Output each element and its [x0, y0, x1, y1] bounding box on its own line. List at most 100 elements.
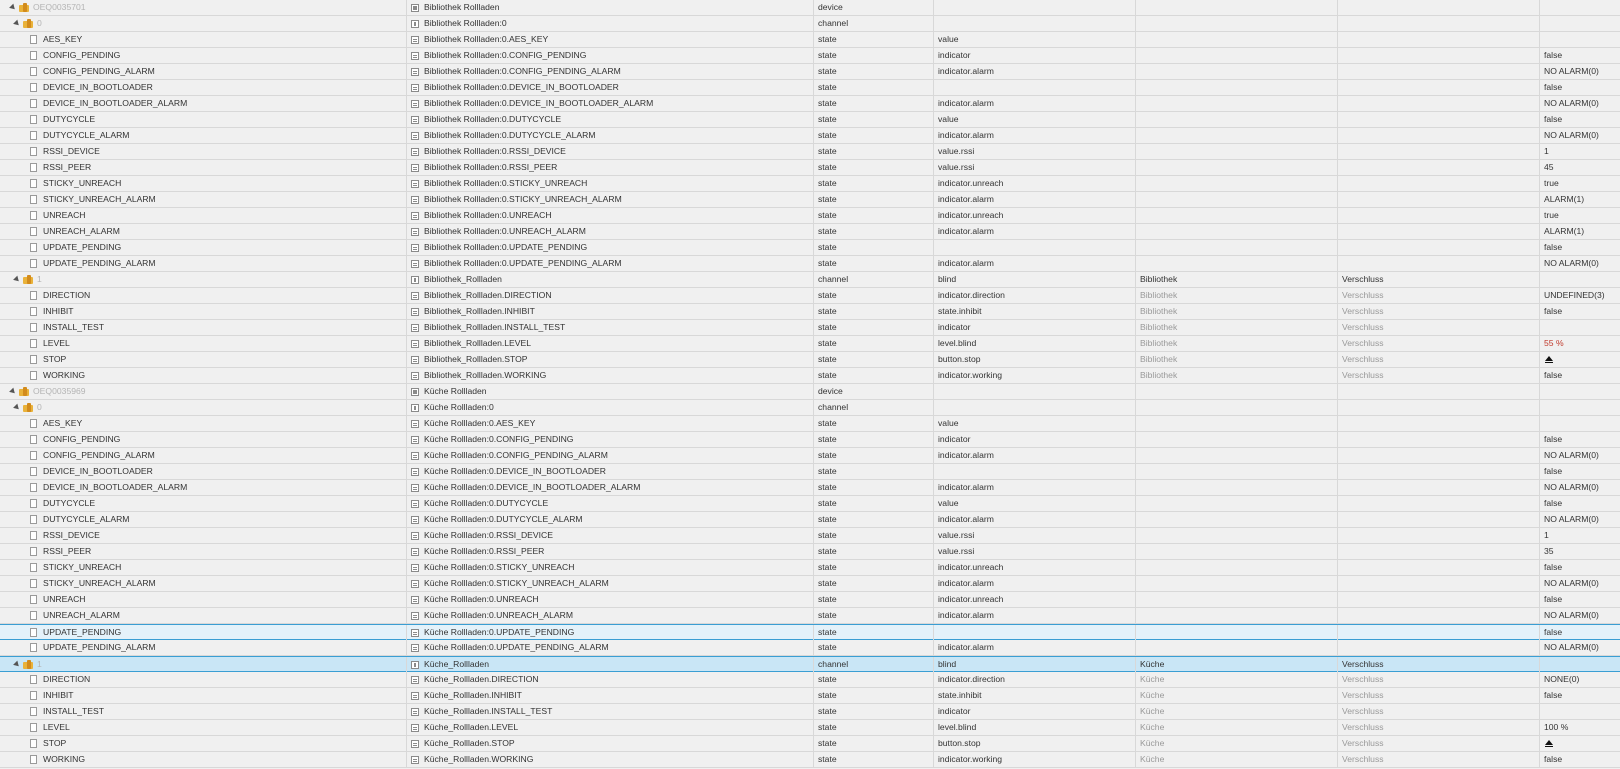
- table-row[interactable]: STICKY_UNREACH_ALARM Küche Rollladen:0.ST…: [0, 576, 1620, 592]
- table-row[interactable]: DEVICE_IN_BOOTLOADER_ALARM Bibliothek Rol…: [0, 96, 1620, 112]
- object-name-cell[interactable]: Küche Rollladen:0.DUTYCYCLE: [407, 496, 814, 511]
- object-name-cell[interactable]: Küche Rollladen:0.UPDATE_PENDING_ALARM: [407, 640, 814, 655]
- object-name-cell[interactable]: Küche_Rollladen: [407, 657, 814, 672]
- object-name-cell[interactable]: Bibliothek Rollladen:0.UNREACH_ALARM: [407, 224, 814, 239]
- object-name-cell[interactable]: Küche Rollladen: [407, 384, 814, 399]
- object-id-cell[interactable]: OEQ0035701: [0, 0, 407, 15]
- table-row[interactable]: DUTYCYCLE_ALARM Küche Rollladen:0.DUTYCYC…: [0, 512, 1620, 528]
- object-value-cell[interactable]: NO ALARM(0): [1540, 640, 1620, 655]
- object-value-cell[interactable]: false: [1540, 464, 1620, 479]
- object-name-cell[interactable]: Bibliothek Rollladen:0.DEVICE_IN_BOOTLOA…: [407, 96, 814, 111]
- object-name-cell[interactable]: Bibliothek Rollladen:0.AES_KEY: [407, 32, 814, 47]
- object-value-cell[interactable]: NO ALARM(0): [1540, 256, 1620, 271]
- object-id-cell[interactable]: LEVEL: [0, 336, 407, 351]
- object-value-cell[interactable]: 55 %: [1540, 336, 1620, 351]
- object-name-cell[interactable]: Bibliothek_Rollladen.INHIBIT: [407, 304, 814, 319]
- object-id-cell[interactable]: DIRECTION: [0, 288, 407, 303]
- object-id-cell[interactable]: CONFIG_PENDING: [0, 48, 407, 63]
- table-row[interactable]: INSTALL_TEST Bibliothek_Rollladen.INSTALL…: [0, 320, 1620, 336]
- object-value-cell[interactable]: NONE(0): [1540, 672, 1620, 687]
- expand-toggle-icon[interactable]: [13, 660, 21, 669]
- object-name-cell[interactable]: Bibliothek Rollladen:0.DUTYCYCLE: [407, 112, 814, 127]
- table-row[interactable]: UNREACH_ALARM Bibliothek Rollladen:0.UNRE…: [0, 224, 1620, 240]
- expand-toggle-icon[interactable]: [13, 403, 21, 412]
- object-name-cell[interactable]: Küche Rollladen:0.UNREACH: [407, 592, 814, 607]
- object-id-cell[interactable]: UPDATE_PENDING: [0, 625, 407, 640]
- object-name-cell[interactable]: Bibliothek Rollladen:0.UPDATE_PENDING: [407, 240, 814, 255]
- object-value-cell[interactable]: 1: [1540, 528, 1620, 543]
- table-row[interactable]: RSSI_PEER Küche Rollladen:0.RSSI_PEER stat…: [0, 544, 1620, 560]
- object-id-cell[interactable]: UNREACH: [0, 592, 407, 607]
- object-id-cell[interactable]: DEVICE_IN_BOOTLOADER: [0, 80, 407, 95]
- object-id-cell[interactable]: INHIBIT: [0, 304, 407, 319]
- object-id-cell[interactable]: STICKY_UNREACH: [0, 560, 407, 575]
- object-id-cell[interactable]: DIRECTION: [0, 672, 407, 687]
- object-name-cell[interactable]: Küche_Rollladen.STOP: [407, 736, 814, 751]
- object-id-cell[interactable]: UPDATE_PENDING_ALARM: [0, 256, 407, 271]
- object-value-cell[interactable]: [1540, 657, 1620, 672]
- object-value-cell[interactable]: [1540, 352, 1620, 367]
- table-row[interactable]: DUTYCYCLE Küche Rollladen:0.DUTYCYCLE stat…: [0, 496, 1620, 512]
- object-id-cell[interactable]: AES_KEY: [0, 416, 407, 431]
- table-row[interactable]: CONFIG_PENDING_ALARM Küche Rollladen:0.CO…: [0, 448, 1620, 464]
- object-value-cell[interactable]: [1540, 400, 1620, 415]
- object-value-cell[interactable]: [1540, 384, 1620, 399]
- object-name-cell[interactable]: Küche Rollladen:0: [407, 400, 814, 415]
- object-id-cell[interactable]: 0: [0, 400, 407, 415]
- object-value-cell[interactable]: false: [1540, 80, 1620, 95]
- expand-toggle-icon[interactable]: [13, 275, 21, 284]
- table-row[interactable]: DUTYCYCLE Bibliothek Rollladen:0.DUTYCYCL…: [0, 112, 1620, 128]
- object-name-cell[interactable]: Küche Rollladen:0.AES_KEY: [407, 416, 814, 431]
- object-id-cell[interactable]: RSSI_PEER: [0, 544, 407, 559]
- object-id-cell[interactable]: DEVICE_IN_BOOTLOADER: [0, 464, 407, 479]
- object-value-cell[interactable]: 35: [1540, 544, 1620, 559]
- table-row[interactable]: DIRECTION Bibliothek_Rollladen.DIRECTION s…: [0, 288, 1620, 304]
- table-row[interactable]: RSSI_DEVICE Bibliothek Rollladen:0.RSSI_D…: [0, 144, 1620, 160]
- table-row[interactable]: UPDATE_PENDING Bibliothek Rollladen:0.UPD…: [0, 240, 1620, 256]
- object-id-cell[interactable]: LEVEL: [0, 720, 407, 735]
- object-value-cell[interactable]: true: [1540, 176, 1620, 191]
- table-row[interactable]: 1 Küche_Rollladen channel blind Küche Verschl…: [0, 656, 1620, 672]
- table-row[interactable]: RSSI_PEER Bibliothek Rollladen:0.RSSI_PEE…: [0, 160, 1620, 176]
- object-id-cell[interactable]: WORKING: [0, 368, 407, 383]
- expand-toggle-icon[interactable]: [9, 387, 17, 396]
- object-value-cell[interactable]: NO ALARM(0): [1540, 480, 1620, 495]
- object-id-cell[interactable]: 1: [0, 272, 407, 287]
- table-row[interactable]: CONFIG_PENDING Küche Rollladen:0.CONFIG_P…: [0, 432, 1620, 448]
- object-id-cell[interactable]: RSSI_PEER: [0, 160, 407, 175]
- object-value-cell[interactable]: false: [1540, 304, 1620, 319]
- object-value-cell[interactable]: false: [1540, 560, 1620, 575]
- table-row[interactable]: WORKING Küche_Rollladen.WORKING state indic…: [0, 752, 1620, 768]
- object-value-cell[interactable]: 45: [1540, 160, 1620, 175]
- object-id-cell[interactable]: CONFIG_PENDING_ALARM: [0, 64, 407, 79]
- object-id-cell[interactable]: RSSI_DEVICE: [0, 528, 407, 543]
- object-value-cell[interactable]: false: [1540, 432, 1620, 447]
- object-name-cell[interactable]: Küche Rollladen:0.UPDATE_PENDING: [407, 625, 814, 640]
- table-row[interactable]: UPDATE_PENDING Küche Rollladen:0.UPDATE_P…: [0, 624, 1620, 640]
- object-value-cell[interactable]: false: [1540, 688, 1620, 703]
- object-value-cell[interactable]: NO ALARM(0): [1540, 448, 1620, 463]
- object-name-cell[interactable]: Bibliothek_Rollladen.LEVEL: [407, 336, 814, 351]
- object-name-cell[interactable]: Küche_Rollladen.INSTALL_TEST: [407, 704, 814, 719]
- object-name-cell[interactable]: Küche Rollladen:0.CONFIG_PENDING_ALARM: [407, 448, 814, 463]
- table-row[interactable]: UNREACH_ALARM Küche Rollladen:0.UNREACH_A…: [0, 608, 1620, 624]
- object-value-cell[interactable]: NO ALARM(0): [1540, 512, 1620, 527]
- table-row[interactable]: INHIBIT Küche_Rollladen.INHIBIT state state…: [0, 688, 1620, 704]
- table-row[interactable]: STICKY_UNREACH Bibliothek Rollladen:0.STI…: [0, 176, 1620, 192]
- object-value-cell[interactable]: UNDEFINED(3): [1540, 288, 1620, 303]
- table-row[interactable]: LEVEL Bibliothek_Rollladen.LEVEL state leve…: [0, 336, 1620, 352]
- object-id-cell[interactable]: DEVICE_IN_BOOTLOADER_ALARM: [0, 96, 407, 111]
- object-id-cell[interactable]: INHIBIT: [0, 688, 407, 703]
- object-name-cell[interactable]: Bibliothek Rollladen:0.UNREACH: [407, 208, 814, 223]
- object-name-cell[interactable]: Bibliothek Rollladen:0.STICKY_UNREACH_AL…: [407, 192, 814, 207]
- table-row[interactable]: AES_KEY Küche Rollladen:0.AES_KEY state val…: [0, 416, 1620, 432]
- object-id-cell[interactable]: STOP: [0, 736, 407, 751]
- table-row[interactable]: DEVICE_IN_BOOTLOADER_ALARM Küche Rolllade…: [0, 480, 1620, 496]
- object-id-cell[interactable]: 1: [0, 657, 407, 672]
- object-value-cell[interactable]: [1540, 272, 1620, 287]
- table-row[interactable]: OEQ0035969 Küche Rollladen device: [0, 384, 1620, 400]
- object-name-cell[interactable]: Bibliothek Rollladen: [407, 0, 814, 15]
- eject-button-icon[interactable]: [1544, 355, 1554, 364]
- table-row[interactable]: LEVEL Küche_Rollladen.LEVEL state level.bli…: [0, 720, 1620, 736]
- object-value-cell[interactable]: false: [1540, 752, 1620, 767]
